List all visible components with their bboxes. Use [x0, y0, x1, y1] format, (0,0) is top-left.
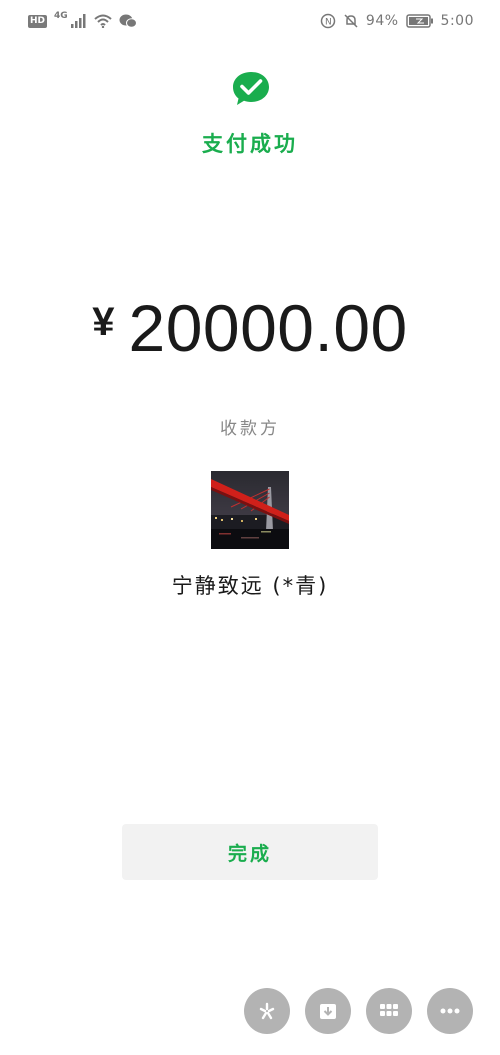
wechat-notification-icon [119, 14, 137, 28]
fab-more[interactable] [427, 988, 473, 1034]
nfc-icon: N [320, 13, 336, 29]
sparkle-icon [255, 999, 279, 1023]
svg-text:N: N [325, 18, 332, 28]
payee-label: 收款方 [220, 419, 280, 439]
payee-avatar[interactable] [211, 471, 289, 549]
signal-icon [70, 14, 87, 28]
status-bar: HD 4G N 94% 5:00 [0, 0, 500, 42]
hd-badge: HD [28, 14, 48, 28]
done-button[interactable]: 完成 [122, 824, 378, 880]
download-icon [316, 999, 340, 1023]
fab-sparkle[interactable] [244, 988, 290, 1034]
fab-download[interactable] [305, 988, 351, 1034]
clock: 5:00 [440, 13, 474, 29]
grid-icon [377, 999, 401, 1023]
payee-name: 宁静致远 (*青) [171, 574, 329, 598]
page-title: 支付成功 [202, 132, 298, 156]
wifi-icon [94, 14, 112, 28]
status-bar-right: N 94% 5:00 [320, 13, 474, 29]
amount-row: ¥ 20000.00 [0, 288, 500, 368]
wechat-pay-check-icon [231, 70, 271, 108]
payment-amount: 20000.00 [128, 291, 408, 365]
more-icon [438, 999, 462, 1023]
mute-bell-icon [343, 13, 359, 29]
payment-success-screen: HD 4G N 94% 5:00 支付成功 ¥ 20000.00 收款方 宁静致… [0, 0, 500, 1055]
fab-grid[interactable] [366, 988, 412, 1034]
status-bar-left: HD 4G [28, 11, 137, 28]
battery-icon [405, 14, 434, 28]
currency-symbol: ¥ [92, 300, 115, 344]
battery-percent: 94% [365, 13, 399, 29]
network-label: 4G [54, 11, 68, 21]
